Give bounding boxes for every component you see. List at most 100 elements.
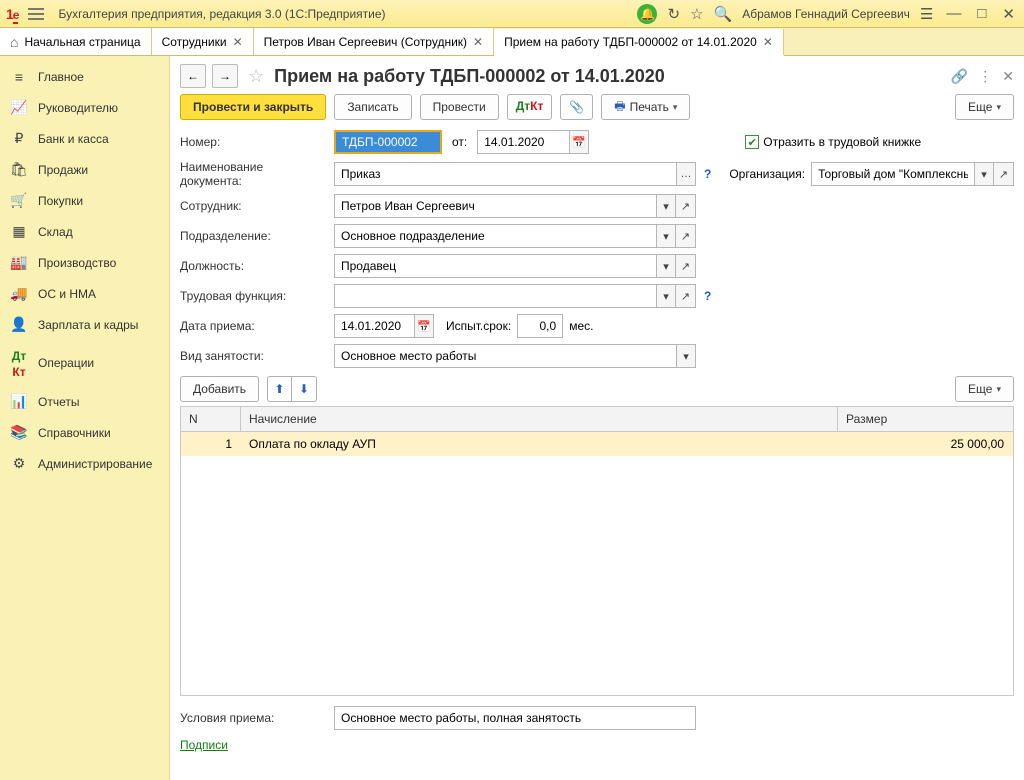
bell-icon[interactable]: 🔔 xyxy=(637,4,657,24)
tab-employees[interactable]: Сотрудники✕ xyxy=(152,28,254,55)
reflect-checkbox[interactable]: ✔ Отразить в трудовой книжке xyxy=(745,135,921,149)
column-n[interactable]: N xyxy=(181,407,241,431)
conditions-input[interactable] xyxy=(334,706,696,730)
open-icon[interactable]: ↗ xyxy=(676,254,696,278)
position-input[interactable] xyxy=(334,254,656,278)
org-input[interactable] xyxy=(811,162,974,186)
kebab-icon[interactable]: ⋮ xyxy=(978,68,992,85)
sidebar-item-sales[interactable]: 🛍Продажи xyxy=(0,154,169,185)
dropdown-icon[interactable]: ▾ xyxy=(656,194,676,218)
save-button[interactable]: Записать xyxy=(334,94,411,120)
sidebar-item-production[interactable]: 🏭Производство xyxy=(0,247,169,278)
sidebar: ≡Главное 📈Руководителю ₽Банк и касса 🛍Пр… xyxy=(0,56,170,780)
move-down-button[interactable]: ⬇ xyxy=(292,377,316,401)
hiredate-input[interactable] xyxy=(334,314,414,338)
sidebar-item-main[interactable]: ≡Главное xyxy=(0,62,169,92)
help-icon[interactable]: ? xyxy=(704,289,711,303)
truck-icon: 🚚 xyxy=(10,285,28,302)
sidebar-item-catalogs[interactable]: 📚Справочники xyxy=(0,417,169,448)
dropdown-icon[interactable]: ▾ xyxy=(676,344,696,368)
tab-home-label: Начальная страница xyxy=(24,35,140,49)
tab-hiring-doc[interactable]: Прием на работу ТДБП-000002 от 14.01.202… xyxy=(494,29,784,56)
column-size[interactable]: Размер xyxy=(838,407,1013,431)
help-icon[interactable]: ? xyxy=(704,167,711,181)
open-icon[interactable]: ↗ xyxy=(676,224,696,248)
dropdown-icon[interactable]: ▾ xyxy=(974,162,994,186)
cell-n: 1 xyxy=(181,432,241,456)
more-button[interactable]: Еще▾ xyxy=(955,94,1014,120)
attach-button[interactable]: 📎 xyxy=(560,94,593,120)
search-icon[interactable]: 🔍 xyxy=(714,5,733,23)
field-label: Испыт.срок: xyxy=(446,319,511,333)
close-panel-icon[interactable]: ✕ xyxy=(1002,68,1014,85)
close-icon[interactable]: ✕ xyxy=(999,5,1018,23)
link-icon[interactable]: 🔗 xyxy=(951,68,968,85)
dropdown-icon[interactable]: ▾ xyxy=(656,284,676,308)
dropdown-icon[interactable]: ▾ xyxy=(656,224,676,248)
grid-body-empty[interactable] xyxy=(181,456,1013,695)
minimize-icon[interactable]: — xyxy=(943,5,964,22)
add-row-button[interactable]: Добавить xyxy=(180,376,259,402)
sidebar-item-hr[interactable]: 👤Зарплата и кадры xyxy=(0,309,169,340)
star-icon[interactable]: ☆ xyxy=(690,5,703,23)
function-input[interactable] xyxy=(334,284,656,308)
sidebar-item-assets[interactable]: 🚚ОС и НМА xyxy=(0,278,169,309)
date-input[interactable] xyxy=(477,130,569,154)
logo-1c: 1e xyxy=(6,6,18,22)
tab-home[interactable]: ⌂ Начальная страница xyxy=(0,28,152,55)
sidebar-item-manager[interactable]: 📈Руководителю xyxy=(0,92,169,123)
emptype-input[interactable] xyxy=(334,344,676,368)
from-label: от: xyxy=(452,135,467,149)
nav-back-button[interactable]: ← xyxy=(180,64,206,88)
department-input[interactable] xyxy=(334,224,656,248)
user-name[interactable]: Абрамов Геннадий Сергеевич xyxy=(742,7,910,21)
docname-input[interactable] xyxy=(334,162,676,186)
history-icon[interactable]: ↻ xyxy=(667,5,680,23)
open-icon[interactable]: ↗ xyxy=(676,284,696,308)
tab-close-icon[interactable]: ✕ xyxy=(473,35,483,49)
sidebar-item-purchases[interactable]: 🛒Покупки xyxy=(0,185,169,216)
employee-input[interactable] xyxy=(334,194,656,218)
move-up-button[interactable]: ⬆ xyxy=(268,377,292,401)
factory-icon: 🏭 xyxy=(10,254,28,271)
printer-icon: 🖶 xyxy=(614,97,625,118)
ruble-icon: ₽ xyxy=(10,130,28,147)
maximize-icon[interactable]: □ xyxy=(974,5,989,22)
tab-close-icon[interactable]: ✕ xyxy=(233,35,243,49)
tab-employee-card[interactable]: Петров Иван Сергеевич (Сотрудник)✕ xyxy=(254,28,494,55)
ellipsis-icon[interactable]: … xyxy=(676,162,696,186)
sidebar-item-bank[interactable]: ₽Банк и касса xyxy=(0,123,169,154)
app-title: Бухгалтерия предприятия, редакция 3.0 (1… xyxy=(58,7,385,21)
post-and-close-button[interactable]: Провести и закрыть xyxy=(180,94,326,120)
table-more-button[interactable]: Еще▾ xyxy=(955,376,1014,402)
column-accrual[interactable]: Начисление xyxy=(241,407,838,431)
dropdown-icon[interactable]: ▾ xyxy=(656,254,676,278)
cell-accrual: Оплата по окладу АУП xyxy=(241,432,838,456)
tab-close-icon[interactable]: ✕ xyxy=(763,35,773,49)
sidebar-item-admin[interactable]: ⚙Администрирование xyxy=(0,448,169,479)
nav-forward-button[interactable]: → xyxy=(212,64,238,88)
field-label: Номер: xyxy=(180,135,328,149)
sidebar-item-operations[interactable]: ДтКтОперации xyxy=(0,340,169,386)
favorite-star-icon[interactable]: ☆ xyxy=(248,66,264,87)
grid-row[interactable]: 1 Оплата по окладу АУП 25 000,00 xyxy=(181,432,1013,456)
dtkt-button[interactable]: ДтКт xyxy=(507,94,553,120)
calendar-icon[interactable]: 📅 xyxy=(414,314,434,338)
probation-input[interactable] xyxy=(517,314,563,338)
post-button[interactable]: Провести xyxy=(420,94,499,120)
sidebar-item-reports[interactable]: 📊Отчеты xyxy=(0,386,169,417)
burger-icon[interactable] xyxy=(24,4,48,24)
open-icon[interactable]: ↗ xyxy=(676,194,696,218)
print-button[interactable]: 🖶Печать▾ xyxy=(601,94,690,120)
number-input[interactable] xyxy=(334,130,442,154)
paperclip-icon: 📎 xyxy=(569,100,584,114)
menu-icon[interactable]: ☰ xyxy=(920,5,933,23)
field-label: Должность: xyxy=(180,259,328,273)
calendar-icon[interactable]: 📅 xyxy=(569,130,589,154)
bag-icon: 🛍 xyxy=(10,161,28,178)
sidebar-item-warehouse[interactable]: ▦Склад xyxy=(0,216,169,247)
boxes-icon: ▦ xyxy=(10,223,28,240)
open-icon[interactable]: ↗ xyxy=(994,162,1014,186)
system-bar: 1e Бухгалтерия предприятия, редакция 3.0… xyxy=(0,0,1024,28)
signatures-link[interactable]: Подписи xyxy=(180,738,1014,752)
